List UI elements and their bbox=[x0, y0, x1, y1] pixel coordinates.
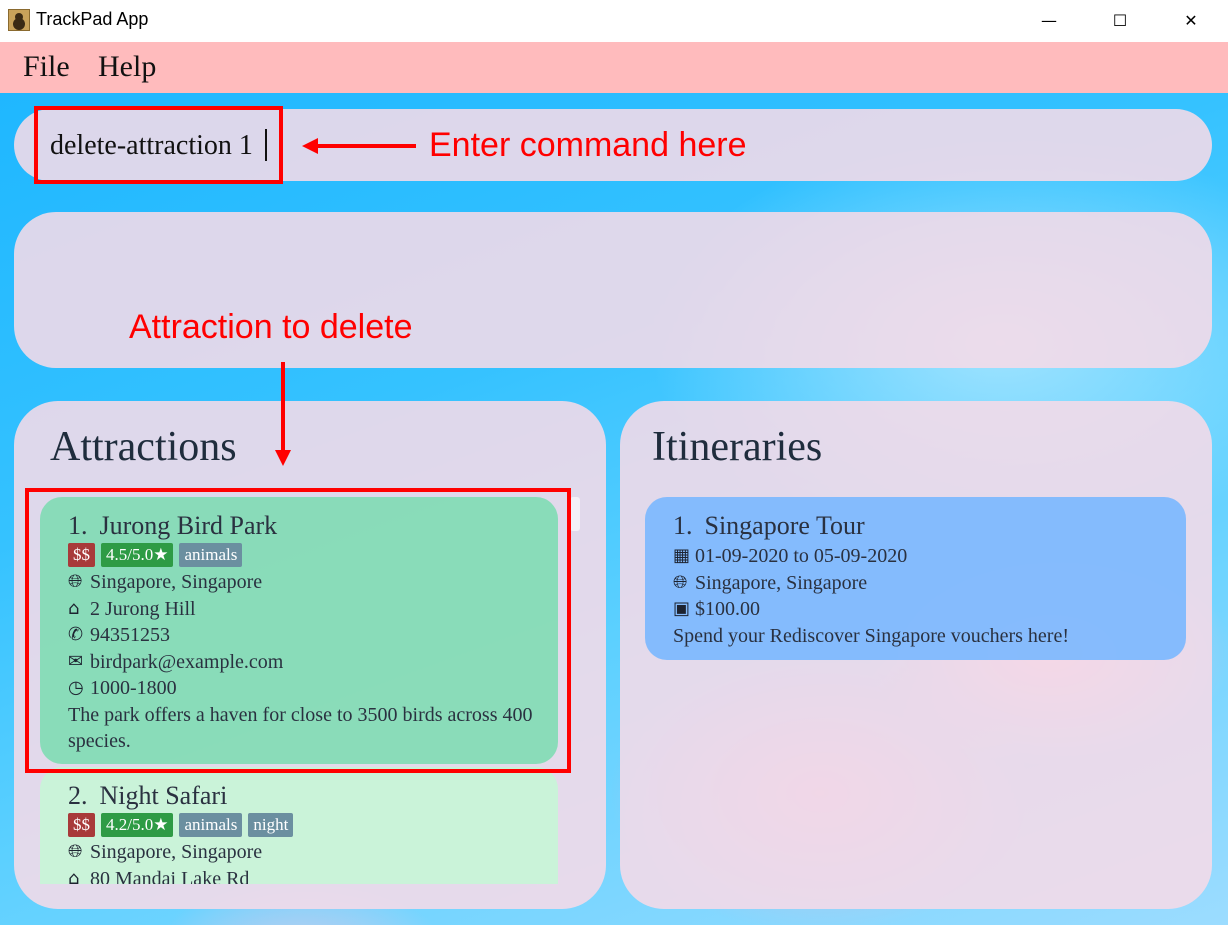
attraction-highlight-box bbox=[25, 488, 571, 773]
menu-help[interactable]: Help bbox=[98, 50, 156, 84]
attraction-name: Night Safari bbox=[99, 781, 228, 810]
globe-icon: 🌐︎ bbox=[68, 841, 83, 862]
itinerary-index: 1. bbox=[673, 511, 693, 540]
minimize-button[interactable]: — bbox=[1026, 4, 1072, 36]
itinerary-location: 🌐︎ Singapore, Singapore bbox=[673, 570, 1186, 597]
app-icon bbox=[8, 9, 30, 31]
attraction-tags: $$ 4.2/5.0★ animals night bbox=[68, 813, 558, 837]
menu-file[interactable]: File bbox=[23, 50, 70, 84]
attraction-index: 2. bbox=[68, 781, 88, 810]
itinerary-budget: ▣ $100.00 bbox=[673, 596, 1186, 623]
menu-bar: File Help bbox=[0, 42, 1228, 93]
home-icon: ⌂ bbox=[68, 867, 80, 885]
window-title: TrackPad App bbox=[36, 9, 149, 29]
delete-hint-label: Attraction to delete bbox=[129, 308, 413, 346]
address-text: 80 Mandai Lake Rd bbox=[90, 867, 250, 885]
itinerary-card-1[interactable]: 1. Singapore Tour ▦ 01-09-2020 to 05-09-20… bbox=[645, 497, 1186, 660]
dates-text: 01-09-2020 to 05-09-2020 bbox=[695, 545, 908, 567]
rating-badge: 4.2/5.0★ bbox=[101, 813, 174, 837]
calendar-icon: ▦ bbox=[673, 545, 691, 566]
command-highlight-box bbox=[34, 106, 283, 184]
location-text: Singapore, Singapore bbox=[90, 841, 263, 863]
budget-text: $100.00 bbox=[695, 598, 760, 620]
title-bar: TrackPad App — ☐ ✕ bbox=[0, 0, 1228, 42]
command-arrow bbox=[302, 138, 416, 154]
globe-icon: 🌐︎ bbox=[673, 571, 688, 593]
delete-arrow bbox=[275, 362, 291, 466]
itinerary-card-title: 1. Singapore Tour bbox=[673, 511, 1186, 541]
itineraries-title: Itineraries bbox=[652, 424, 823, 470]
money-icon: ▣ bbox=[673, 598, 691, 619]
itinerary-name: Singapore Tour bbox=[704, 511, 865, 540]
attraction-card-2[interactable]: 2. Night Safari $$ 4.2/5.0★ animals night… bbox=[40, 767, 558, 884]
command-hint-label: Enter command here bbox=[429, 126, 747, 164]
maximize-button[interactable]: ☐ bbox=[1097, 4, 1143, 36]
attractions-title: Attractions bbox=[50, 424, 237, 470]
itinerary-description: Spend your Rediscover Singapore vouchers… bbox=[673, 624, 1069, 647]
tag-badge: night bbox=[248, 813, 294, 837]
attraction-card-title: 2. Night Safari bbox=[68, 781, 558, 811]
attraction-address: ⌂ 80 Mandai Lake Rd bbox=[68, 866, 558, 885]
itinerary-dates: ▦ 01-09-2020 to 05-09-2020 bbox=[673, 543, 1186, 570]
location-text: Singapore, Singapore bbox=[695, 571, 868, 594]
close-button[interactable]: ✕ bbox=[1168, 4, 1214, 36]
attraction-location: 🌐︎ Singapore, Singapore bbox=[68, 839, 558, 866]
tag-badge: animals bbox=[179, 813, 243, 837]
scrollbar-thumb[interactable] bbox=[570, 497, 580, 531]
price-badge: $$ bbox=[68, 813, 95, 837]
